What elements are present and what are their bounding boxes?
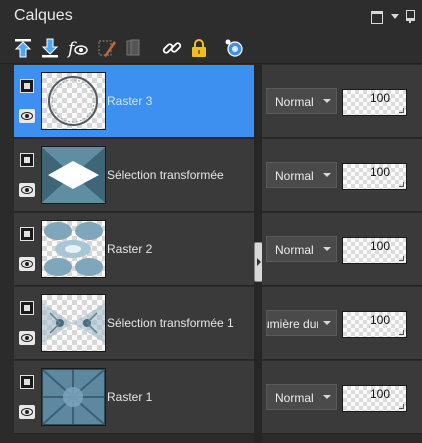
- mask-icon[interactable]: [222, 36, 246, 60]
- blend-mode-dropdown[interactable]: umière dur: [266, 310, 337, 336]
- layer-row[interactable]: Sélection transformée 1: [14, 287, 254, 360]
- link-icon[interactable]: [160, 36, 184, 60]
- layers-toolbar: f: [0, 32, 422, 64]
- resize-grip-icon: [399, 256, 404, 261]
- layers-list: Raster 3 Sélection transformée Raster 2 …: [14, 65, 254, 443]
- visibility-eye-icon[interactable]: [19, 331, 35, 345]
- chevron-down-icon[interactable]: [318, 237, 336, 261]
- layer-thumbnail: [41, 220, 106, 278]
- layer-name[interactable]: Sélection transformée: [107, 168, 224, 182]
- visibility-eye-icon[interactable]: [19, 405, 35, 419]
- opacity-field[interactable]: 100: [342, 311, 407, 338]
- layer-properties-column: Normal 100 Normal 100 Normal 100 umière …: [262, 65, 422, 443]
- layer-properties-row: Normal 100: [262, 139, 422, 212]
- delete-layer-icon[interactable]: [122, 36, 146, 60]
- chevron-down-icon[interactable]: [318, 89, 336, 113]
- layer-row[interactable]: Raster 1: [14, 361, 254, 434]
- pin-icon[interactable]: [404, 9, 418, 23]
- layer-name[interactable]: Sélection transformée 1: [107, 316, 234, 330]
- resize-grip-icon: [399, 404, 404, 409]
- move-layer-down-icon[interactable]: [38, 36, 62, 60]
- layer-group-toggle-icon[interactable]: [20, 153, 34, 167]
- layer-properties-row: Normal 100: [262, 213, 422, 286]
- move-layer-up-icon[interactable]: [11, 36, 35, 60]
- blend-mode-dropdown[interactable]: Normal: [266, 384, 337, 410]
- layer-name[interactable]: Raster 2: [107, 242, 152, 256]
- layer-row[interactable]: Raster 2: [14, 213, 254, 286]
- resize-grip-icon: [399, 330, 404, 335]
- lock-icon[interactable]: [187, 36, 211, 60]
- layer-thumbnail: [41, 146, 106, 204]
- restore-icon[interactable]: [370, 9, 384, 24]
- layer-properties-icon[interactable]: f: [66, 36, 90, 60]
- edit-selection-icon[interactable]: [95, 36, 119, 60]
- panel-titlebar: Calques: [0, 0, 422, 32]
- layer-name[interactable]: Raster 3: [107, 94, 152, 108]
- layer-group-toggle-icon[interactable]: [20, 79, 34, 93]
- layer-row[interactable]: Sélection transformée: [14, 139, 254, 212]
- blend-mode-value: Normal: [275, 243, 314, 257]
- layer-group-toggle-icon[interactable]: [20, 227, 34, 241]
- blend-mode-value: Normal: [275, 391, 314, 405]
- visibility-eye-icon[interactable]: [19, 183, 35, 197]
- opacity-value: 100: [369, 387, 390, 401]
- layer-properties-row: Normal 100: [262, 65, 422, 138]
- layer-group-toggle-icon[interactable]: [20, 375, 34, 389]
- blend-mode-dropdown[interactable]: Normal: [266, 236, 337, 262]
- layer-thumbnail: [41, 368, 106, 426]
- blend-mode-value: Normal: [275, 95, 314, 109]
- resize-grip-icon: [399, 182, 404, 187]
- visibility-eye-icon[interactable]: [19, 257, 35, 271]
- layer-name[interactable]: Raster 1: [107, 390, 152, 404]
- menu-arrow-icon[interactable]: [389, 9, 403, 23]
- resize-grip-icon: [399, 108, 404, 113]
- blend-mode-value: Normal: [275, 169, 314, 183]
- layer-properties-row: umière dur 100: [262, 287, 422, 360]
- blend-mode-dropdown[interactable]: Normal: [266, 88, 337, 114]
- opacity-value: 100: [369, 313, 390, 327]
- layer-thumbnail: [41, 294, 106, 352]
- chevron-down-icon[interactable]: [318, 385, 336, 409]
- opacity-field[interactable]: 100: [342, 385, 407, 412]
- layer-row[interactable]: Raster 3: [14, 65, 254, 138]
- layer-group-toggle-icon[interactable]: [20, 301, 34, 315]
- opacity-value: 100: [369, 239, 390, 253]
- opacity-field[interactable]: 100: [342, 89, 407, 116]
- chevron-down-icon[interactable]: [318, 311, 336, 335]
- opacity-value: 100: [369, 165, 390, 179]
- blend-mode-dropdown[interactable]: Normal: [266, 162, 337, 188]
- blend-mode-value: umière dur: [266, 317, 321, 331]
- opacity-field[interactable]: 100: [342, 237, 407, 264]
- opacity-value: 100: [369, 91, 390, 105]
- opacity-field[interactable]: 100: [342, 163, 407, 190]
- visibility-eye-icon[interactable]: [19, 109, 35, 123]
- layer-thumbnail: [41, 72, 106, 130]
- panel-title: Calques: [14, 7, 73, 24]
- layer-properties-row: Normal 100: [262, 361, 422, 434]
- chevron-down-icon[interactable]: [318, 163, 336, 187]
